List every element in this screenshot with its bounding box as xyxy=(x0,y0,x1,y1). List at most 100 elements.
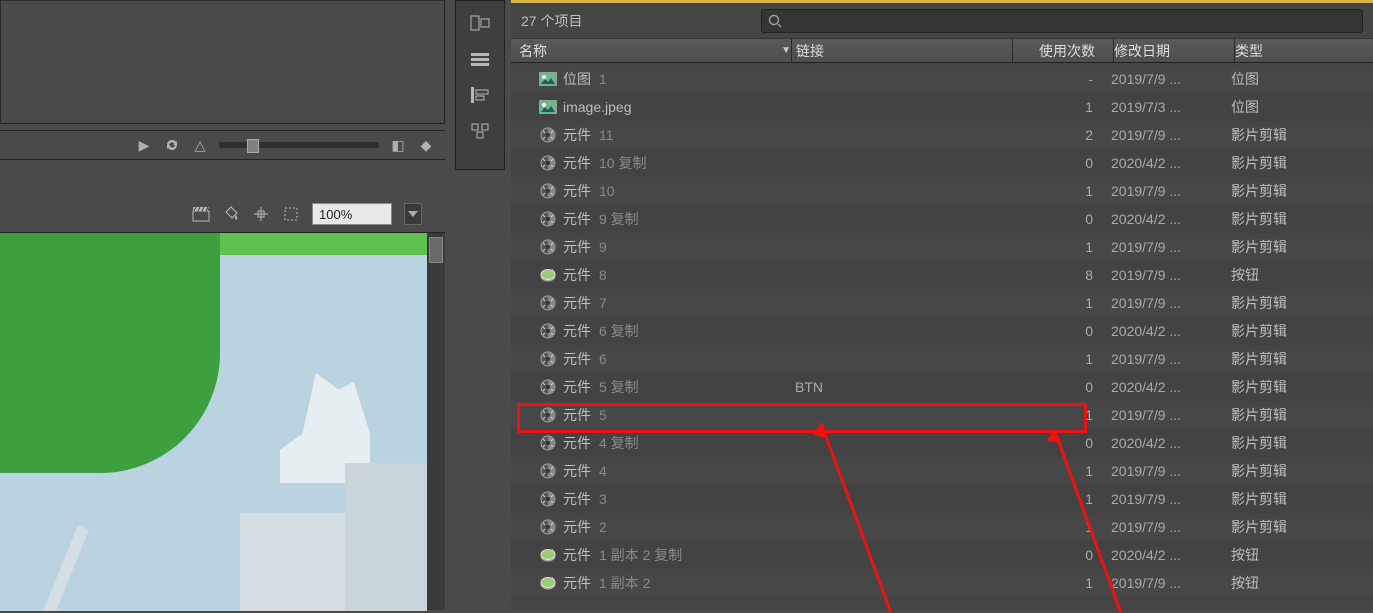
library-body: 位图1-2019/7/9 ...位图 image.jpeg12019/7/3 .… xyxy=(511,65,1373,610)
item-name: 位图 xyxy=(563,69,591,89)
row-use-cell: 0 xyxy=(1011,435,1111,451)
library-row[interactable]: 元件1 副本 2 复制02020/4/2 ...按钮 xyxy=(511,541,1373,569)
library-row[interactable]: 元件412019/7/9 ...影片剪辑 xyxy=(511,457,1373,485)
timeline-toolbar: ▶ △ ◧ ◆ xyxy=(0,130,445,160)
item-suffix: 10 复制 xyxy=(599,153,646,173)
library-row[interactable]: 元件512019/7/9 ...影片剪辑 xyxy=(511,401,1373,429)
library-row[interactable]: 位图1-2019/7/9 ...位图 xyxy=(511,65,1373,93)
column-header-type[interactable]: 类型 xyxy=(1235,41,1373,61)
row-name-cell: 元件5 复制 xyxy=(511,377,791,397)
bitmap-icon xyxy=(539,71,557,87)
library-row[interactable]: 元件6 复制02020/4/2 ...影片剪辑 xyxy=(511,317,1373,345)
mc-icon xyxy=(539,491,557,507)
library-row[interactable]: 元件1012019/7/9 ...影片剪辑 xyxy=(511,177,1373,205)
stage-toolbar: 100% xyxy=(130,200,430,228)
library-row[interactable]: 元件9 复制02020/4/2 ...影片剪辑 xyxy=(511,205,1373,233)
row-type-cell: 影片剪辑 xyxy=(1231,517,1373,537)
item-name: 元件 xyxy=(563,237,591,257)
vtool-distribute-icon[interactable] xyxy=(464,117,496,145)
library-row[interactable]: 元件882019/7/9 ...按钮 xyxy=(511,261,1373,289)
row-type-cell: 按钮 xyxy=(1231,265,1373,285)
clapper-icon[interactable] xyxy=(192,206,210,222)
row-type-cell: 影片剪辑 xyxy=(1231,433,1373,453)
row-date-cell: 2019/7/9 ... xyxy=(1111,267,1231,283)
row-use-cell: 0 xyxy=(1011,323,1111,339)
timeline-go-icon[interactable]: ▶ xyxy=(135,137,153,153)
item-suffix: 1 副本 2 复制 xyxy=(599,545,682,565)
row-name-cell: 元件4 复制 xyxy=(511,433,791,453)
item-suffix: 1 xyxy=(599,71,607,87)
item-suffix: 7 xyxy=(599,295,607,311)
scrollbar-thumb[interactable] xyxy=(429,237,443,263)
item-name: 元件 xyxy=(563,405,591,425)
mc-icon xyxy=(539,323,557,339)
column-header-use-count[interactable]: 使用次数 xyxy=(1013,41,1113,61)
item-name: 元件 xyxy=(563,433,591,453)
timeline-slider[interactable] xyxy=(219,142,379,148)
top-panel-box xyxy=(0,0,445,124)
item-name: 元件 xyxy=(563,125,591,145)
item-name: 元件 xyxy=(563,489,591,509)
vtool-left-align-icon[interactable] xyxy=(464,81,496,109)
search-icon xyxy=(768,14,782,28)
vtool-stack-icon[interactable] xyxy=(464,45,496,73)
timeline-loop-icon[interactable] xyxy=(163,137,181,153)
bounds-icon[interactable] xyxy=(282,206,300,222)
timeline-marker-icon[interactable]: ◆ xyxy=(417,137,435,153)
mc-icon xyxy=(539,155,557,171)
library-item-count: 27 个项目 xyxy=(521,11,751,31)
zoom-select[interactable]: 100% xyxy=(312,203,392,225)
library-header-row: 名称 ▼ 链接 使用次数 修改日期 类型 xyxy=(511,39,1373,63)
mc-icon xyxy=(539,407,557,423)
row-name-cell: 元件1 副本 2 复制 xyxy=(511,545,791,565)
library-row[interactable]: 元件912019/7/9 ...影片剪辑 xyxy=(511,233,1373,261)
row-use-cell: 0 xyxy=(1011,211,1111,227)
mc-icon xyxy=(539,239,557,255)
stage-scrollbar[interactable] xyxy=(427,233,445,610)
column-header-link[interactable]: 链接 xyxy=(792,41,1012,61)
row-date-cell: 2019/7/9 ... xyxy=(1111,351,1231,367)
registration-icon[interactable] xyxy=(252,206,270,222)
row-date-cell: 2019/7/9 ... xyxy=(1111,295,1231,311)
column-header-name[interactable]: 名称 ▼ xyxy=(511,41,791,61)
library-row[interactable]: 元件10 复制02020/4/2 ...影片剪辑 xyxy=(511,149,1373,177)
library-row[interactable]: 元件712019/7/9 ...影片剪辑 xyxy=(511,289,1373,317)
item-suffix: 5 复制 xyxy=(599,377,639,397)
library-row[interactable]: 元件5 复制BTN02020/4/2 ...影片剪辑 xyxy=(511,373,1373,401)
zoom-dropdown-arrow[interactable] xyxy=(404,203,422,225)
row-date-cell: 2020/4/2 ... xyxy=(1111,379,1231,395)
mc-icon xyxy=(539,183,557,199)
library-search[interactable] xyxy=(761,9,1363,33)
library-row[interactable]: 元件612019/7/9 ...影片剪辑 xyxy=(511,345,1373,373)
item-suffix: 5 xyxy=(599,407,607,423)
vtool-align-icon[interactable] xyxy=(464,9,496,37)
item-suffix: 6 复制 xyxy=(599,321,639,341)
row-type-cell: 位图 xyxy=(1231,69,1373,89)
stage-canvas[interactable] xyxy=(0,233,427,611)
timeline-triangle-icon[interactable]: △ xyxy=(191,137,209,153)
item-suffix: 9 复制 xyxy=(599,209,639,229)
timeline-snap-icon[interactable]: ◧ xyxy=(389,137,407,153)
column-header-mod-date[interactable]: 修改日期 xyxy=(1114,41,1234,61)
row-use-cell: 1 xyxy=(1011,491,1111,507)
library-row[interactable]: 元件1 副本 212019/7/9 ...按钮 xyxy=(511,569,1373,597)
item-name: 元件 xyxy=(563,153,591,173)
library-row[interactable]: 元件4 复制02020/4/2 ...影片剪辑 xyxy=(511,429,1373,457)
library-top-bar: 27 个项目 xyxy=(511,3,1373,39)
library-search-input[interactable] xyxy=(788,13,1362,28)
library-row[interactable]: 元件1122019/7/9 ...影片剪辑 xyxy=(511,121,1373,149)
row-type-cell: 位图 xyxy=(1231,97,1373,117)
vertical-tool-strip xyxy=(455,0,505,170)
bucket-icon[interactable] xyxy=(222,206,240,222)
library-row[interactable]: 元件312019/7/9 ...影片剪辑 xyxy=(511,485,1373,513)
library-row[interactable]: 元件212019/7/9 ...影片剪辑 xyxy=(511,513,1373,541)
row-name-cell: 元件6 复制 xyxy=(511,321,791,341)
row-name-cell: 元件6 xyxy=(511,349,791,369)
item-suffix: 11 xyxy=(599,127,614,143)
row-date-cell: 2020/4/2 ... xyxy=(1111,155,1231,171)
row-date-cell: 2019/7/9 ... xyxy=(1111,127,1231,143)
row-name-cell: 元件 5 xyxy=(511,405,791,425)
row-name-cell: 位图 1 xyxy=(511,69,791,89)
library-row[interactable]: image.jpeg12019/7/3 ...位图 xyxy=(511,93,1373,121)
row-type-cell: 影片剪辑 xyxy=(1231,405,1373,425)
